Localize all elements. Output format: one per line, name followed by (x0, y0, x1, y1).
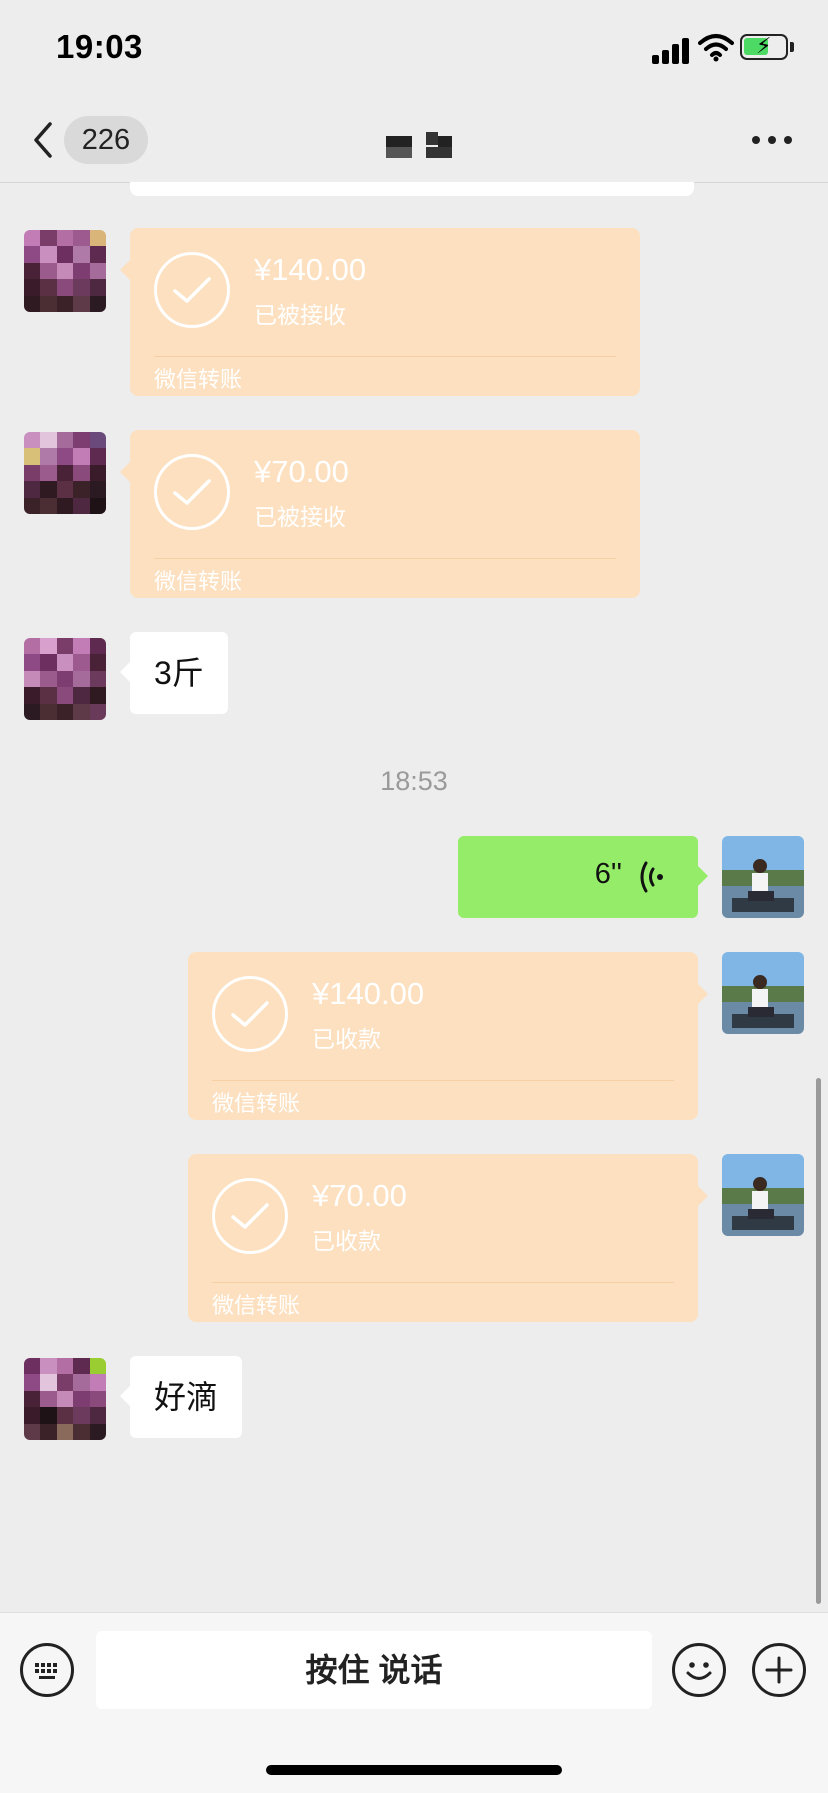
scrollbar[interactable] (816, 1078, 821, 1604)
checkmark-icon (154, 454, 230, 530)
checkmark-icon (212, 1178, 288, 1254)
text-message[interactable]: 好滴 (120, 1356, 243, 1438)
checkmark-icon (154, 252, 230, 328)
transfer-amount: ¥70.00 (312, 1178, 407, 1213)
transfer-footer: 微信转账 (212, 1091, 301, 1116)
contact-avatar[interactable] (24, 638, 106, 720)
voice-wave-icon (640, 861, 663, 893)
transfer-footer: 微信转账 (154, 569, 243, 594)
contact-avatar[interactable] (24, 1358, 106, 1440)
chat-header: 226 (0, 96, 828, 183)
transfer-card[interactable]: ¥70.00 已收款 微信转账 (188, 1154, 708, 1322)
my-avatar[interactable] (722, 952, 804, 1034)
transfer-card[interactable]: ¥140.00 已被接收 微信转账 (120, 228, 640, 396)
status-bar: 19:03 ⚡ (0, 0, 828, 96)
message-text: 好滴 (154, 1379, 219, 1415)
contact-avatar[interactable] (24, 230, 106, 312)
checkmark-icon (212, 976, 288, 1052)
message-timestamp: 18:53 (380, 766, 448, 796)
unread-count-badge[interactable]: 226 (64, 116, 148, 164)
transfer-status: 已被接收 (254, 302, 346, 328)
keyboard-icon[interactable] (20, 1643, 74, 1697)
transfer-card[interactable]: ¥140.00 已收款 微信转账 (188, 952, 708, 1120)
transfer-amount: ¥70.00 (254, 454, 349, 489)
transfer-footer: 微信转账 (212, 1293, 301, 1318)
voice-message[interactable]: 6'' (458, 836, 708, 918)
plus-icon[interactable] (752, 1643, 806, 1697)
transfer-status: 已收款 (312, 1026, 381, 1052)
transfer-amount: ¥140.00 (254, 252, 367, 287)
hold-to-talk-button[interactable]: 按住 说话 (96, 1631, 652, 1709)
chat-title-redacted (386, 132, 456, 158)
transfer-status: 已收款 (312, 1228, 381, 1254)
emoji-icon[interactable] (672, 1643, 726, 1697)
transfer-status: 已被接收 (254, 504, 346, 530)
wifi-icon (698, 34, 734, 62)
partial-message-bubble (130, 182, 694, 196)
text-message[interactable]: 3斤 (120, 632, 228, 714)
transfer-amount: ¥140.00 (312, 976, 425, 1011)
voice-duration: 6'' (594, 858, 622, 890)
input-bar: 按住 说话 (0, 1612, 828, 1793)
my-avatar[interactable] (722, 836, 804, 918)
transfer-card[interactable]: ¥70.00 已被接收 微信转账 (120, 430, 640, 598)
cellular-signal-icon (652, 34, 692, 64)
battery-icon: ⚡ (740, 34, 788, 60)
home-indicator (266, 1765, 562, 1775)
chevron-left-icon[interactable] (28, 118, 58, 162)
transfer-footer: 微信转账 (154, 367, 243, 392)
contact-avatar[interactable] (24, 432, 106, 514)
my-avatar[interactable] (722, 1154, 804, 1236)
message-text: 3斤 (154, 655, 204, 691)
battery-nub (790, 42, 794, 52)
more-icon[interactable] (752, 136, 792, 146)
status-time: 19:03 (56, 28, 143, 65)
